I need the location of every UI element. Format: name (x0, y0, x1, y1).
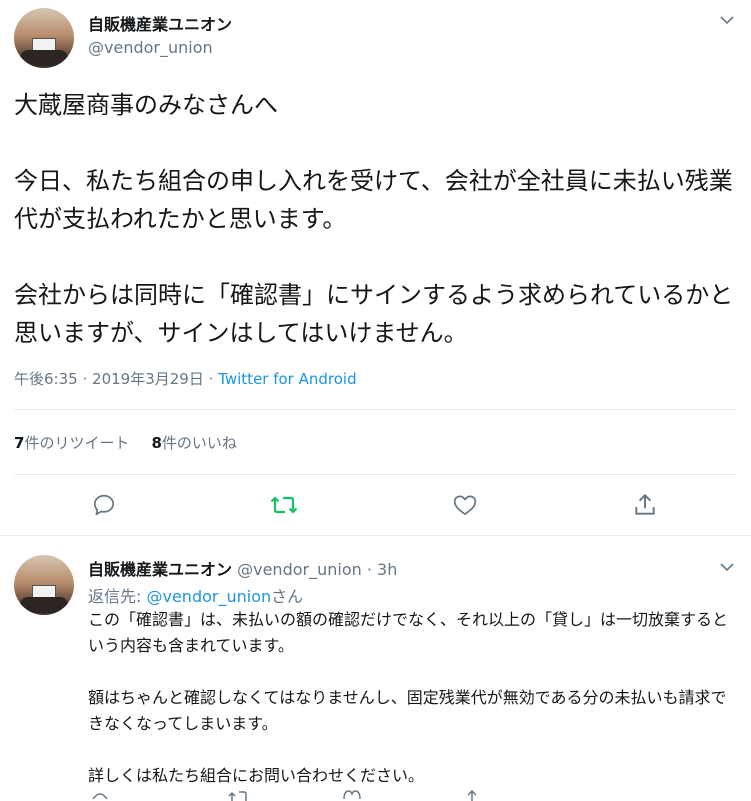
reply-header: 自販機産業ユニオン @vendor_union · 3h (88, 556, 397, 580)
reply-button[interactable] (89, 490, 119, 520)
divider (14, 474, 737, 475)
retweet-count-link[interactable]: 7件のリツイート (14, 434, 129, 452)
header-separator: · (366, 560, 372, 579)
reply-time[interactable]: 3h (377, 560, 397, 579)
main-tweet: 自販機産業ユニオン @vendor_union 大蔵屋商事のみなさんへ 今日、私… (0, 0, 751, 536)
reply-to-prefix: 返信先: (88, 587, 147, 606)
retweet-count: 7 (14, 434, 25, 452)
heart-icon (453, 495, 477, 516)
retweet-button[interactable] (269, 490, 299, 520)
divider (14, 409, 737, 410)
author-handle[interactable]: @vendor_union (88, 38, 213, 57)
share-button[interactable] (630, 490, 660, 520)
like-count-link[interactable]: 8件のいいね (151, 434, 236, 452)
tweet-time[interactable]: 午後6:35 (14, 370, 78, 388)
heart-icon[interactable] (342, 789, 362, 801)
retweet-icon (270, 496, 298, 514)
reply-text: この「確認書」は、未払いの額の確認だけでなく、それ以上の「貸し」は一切放棄すると… (88, 610, 729, 785)
chevron-down-icon[interactable] (719, 12, 735, 28)
tweet-text: 大蔵屋商事のみなさんへ 今日、私たち組合の申し入れを受けて、会社が全社員に未払い… (14, 91, 734, 347)
like-count: 8 (151, 434, 162, 452)
retweet-icon[interactable] (228, 789, 250, 801)
avatar-people (20, 50, 68, 66)
tweet-meta: 午後6:35 · 2019年3月29日 · Twitter for Androi… (14, 368, 357, 389)
like-label: 件のいいね (161, 434, 237, 452)
meta-separator: · (208, 370, 214, 388)
reply-to-mention[interactable]: @vendor_union (146, 587, 271, 606)
reply-author-handle[interactable]: @vendor_union (237, 560, 362, 579)
like-button[interactable] (450, 490, 480, 520)
tweet-date[interactable]: 2019年3月29日 (92, 370, 204, 388)
meta-separator: · (82, 370, 88, 388)
reply-to-line: 返信先: @vendor_unionさん (88, 583, 303, 607)
chevron-down-icon[interactable] (719, 559, 735, 575)
avatar[interactable] (14, 555, 74, 615)
avatar[interactable] (14, 8, 74, 68)
reply-author-name[interactable]: 自販機産業ユニオン (88, 560, 232, 579)
avatar-people (20, 597, 68, 613)
author-name[interactable]: 自販機産業ユニオン (88, 11, 232, 35)
reply-icon[interactable] (90, 789, 110, 801)
share-icon[interactable] (462, 789, 482, 801)
tweet-stats: 7件のリツイート 8件のいいね (14, 432, 237, 453)
tweet-source-link[interactable]: Twitter for Android (218, 370, 356, 388)
share-icon (635, 493, 655, 515)
retweet-label: 件のリツイート (24, 434, 130, 452)
reply-icon (93, 494, 115, 516)
reply-to-suffix: さん (271, 587, 304, 606)
